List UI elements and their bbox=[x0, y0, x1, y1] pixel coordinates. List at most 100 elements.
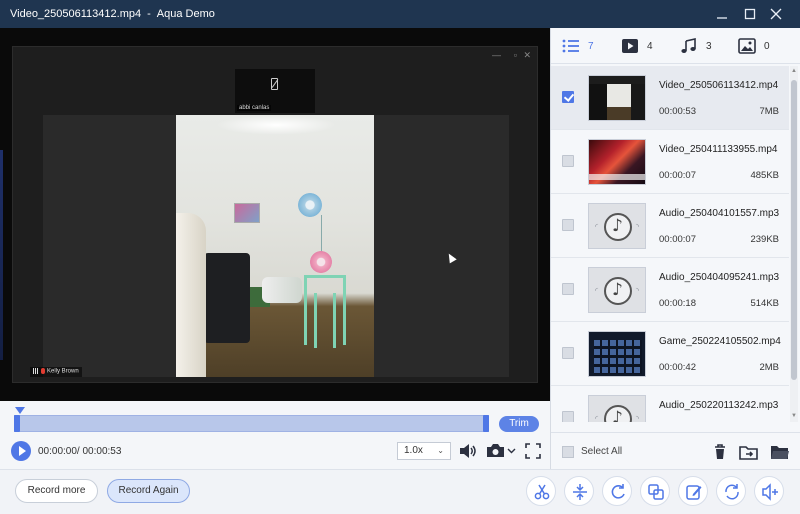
trash-icon bbox=[715, 444, 725, 459]
speed-select[interactable]: 1.0x ⌄ bbox=[397, 442, 451, 460]
edit-icon bbox=[686, 485, 702, 500]
inner-close-icon: ✕ bbox=[523, 50, 531, 60]
trim-button[interactable]: Trim bbox=[499, 416, 539, 432]
file-checkbox[interactable] bbox=[562, 411, 574, 422]
file-thumbnail bbox=[588, 139, 646, 185]
trim-end-handle[interactable] bbox=[483, 415, 489, 432]
list-icon bbox=[562, 39, 579, 53]
dark-chair bbox=[204, 253, 250, 343]
video-player[interactable]: — ▫ ✕ abbi canlas Kelly Brown bbox=[0, 28, 550, 401]
scroll-up-icon[interactable]: ▲ bbox=[791, 68, 797, 74]
trim-tool-button[interactable] bbox=[526, 476, 556, 506]
file-thumbnail: ◜◝ bbox=[588, 267, 646, 313]
convert-tool-button[interactable] bbox=[716, 476, 746, 506]
file-checkbox[interactable] bbox=[562, 347, 574, 359]
chevron-down-icon: ⌄ bbox=[437, 446, 444, 455]
select-all-label[interactable]: Select All bbox=[581, 446, 622, 457]
tab-image-count: 0 bbox=[764, 41, 770, 52]
close-button[interactable] bbox=[766, 4, 786, 24]
volume-boost-tool-button[interactable] bbox=[754, 476, 784, 506]
file-row[interactable]: ◜◝ Audio_250404095241.mp3 00:00:18 514KB bbox=[551, 258, 789, 322]
speaker-label: Kelly Brown bbox=[30, 367, 82, 377]
edit-tool-button[interactable] bbox=[678, 476, 708, 506]
snapshot-button[interactable] bbox=[485, 441, 519, 464]
audio-disc-icon bbox=[604, 405, 632, 422]
file-row[interactable]: Video_250506113412.mp4 00:00:53 7MB bbox=[551, 66, 789, 130]
select-all-checkbox[interactable] bbox=[562, 446, 574, 458]
speaker-name: Kelly Brown bbox=[47, 368, 79, 375]
scrollbar-thumb[interactable] bbox=[791, 80, 797, 380]
time-display: 00:00:00/ 00:00:53 bbox=[38, 446, 122, 457]
timeline[interactable] bbox=[14, 415, 489, 432]
file-checkbox[interactable] bbox=[562, 155, 574, 167]
window-title: Video_250506113412.mp4- Aqua Demo bbox=[10, 8, 215, 20]
inner-maximize-icon: ▫ bbox=[513, 50, 517, 60]
file-list: Video_250506113412.mp4 00:00:53 7MB Vide… bbox=[551, 66, 789, 422]
title-bar: Video_250506113412.mp4- Aqua Demo bbox=[0, 0, 800, 28]
video-frame bbox=[43, 115, 509, 377]
folder-icon bbox=[771, 446, 789, 459]
export-button[interactable] bbox=[737, 441, 761, 463]
speed-value: 1.0x bbox=[404, 445, 423, 456]
volume-button[interactable] bbox=[458, 441, 478, 464]
window-title-app: Aqua Demo bbox=[156, 8, 215, 20]
maximize-button[interactable] bbox=[740, 4, 760, 24]
tab-all-count: 7 bbox=[588, 41, 594, 52]
file-name: Video_250411133955.mp4 bbox=[659, 144, 778, 155]
record-again-button[interactable]: Record Again bbox=[107, 479, 190, 503]
file-duration: 00:00:53 bbox=[659, 106, 696, 117]
open-folder-button[interactable] bbox=[768, 441, 792, 463]
window-title-separator: - bbox=[147, 8, 151, 20]
playback-controls: Trim 00:00:00/ 00:00:53 1.0x ⌄ bbox=[0, 401, 550, 469]
rotate-tool-button[interactable] bbox=[602, 476, 632, 506]
close-icon bbox=[770, 8, 782, 20]
compress-tool-button[interactable] bbox=[564, 476, 594, 506]
volume-boost-icon bbox=[762, 483, 778, 501]
file-size: 239KB bbox=[750, 234, 779, 245]
camera-feed bbox=[176, 115, 374, 377]
volume-icon bbox=[460, 444, 476, 458]
file-row[interactable]: ◜◝ Audio_250404101557.mp3 00:00:07 239KB bbox=[551, 194, 789, 258]
file-name: Audio_250404095241.mp3 bbox=[659, 272, 780, 283]
rotate-icon bbox=[611, 484, 625, 499]
bottom-action-bar: Record more Record Again bbox=[0, 469, 800, 514]
file-duration: 00:00:07 bbox=[659, 170, 696, 181]
signal-bars-icon bbox=[33, 368, 39, 374]
flower-stem bbox=[321, 215, 322, 255]
filter-tabs: 7 4 3 0 bbox=[551, 28, 800, 64]
scissors-icon bbox=[534, 484, 550, 500]
recording-history-panel: 7 4 3 0 Video_250506113412.mp4 00:00:53 … bbox=[550, 28, 800, 469]
person-shoulder bbox=[176, 213, 206, 377]
file-row[interactable]: Game_250224105502.mp4 00:00:42 2MB bbox=[551, 322, 789, 386]
window-title-filename: Video_250506113412.mp4 bbox=[10, 8, 142, 20]
file-row[interactable]: Video_250411133955.mp4 00:00:07 485KB bbox=[551, 130, 789, 194]
file-row[interactable]: ◜◝ Audio_250220113242.mp3 bbox=[551, 386, 789, 422]
tab-video-count: 4 bbox=[647, 41, 653, 52]
green-chair-legs bbox=[314, 293, 336, 348]
fullscreen-button[interactable] bbox=[524, 442, 542, 463]
folder-export-icon bbox=[739, 446, 758, 460]
recorded-meeting-window: — ▫ ✕ abbi canlas bbox=[12, 46, 538, 383]
scroll-down-icon[interactable]: ▼ bbox=[791, 413, 797, 419]
delete-button[interactable] bbox=[708, 441, 732, 463]
file-checkbox[interactable] bbox=[562, 219, 574, 231]
camera-icon bbox=[487, 444, 516, 457]
compress-icon bbox=[573, 484, 587, 500]
minimize-icon bbox=[717, 17, 727, 19]
file-thumbnail: ◜◝ bbox=[588, 395, 646, 422]
playhead-marker[interactable] bbox=[15, 407, 25, 414]
file-size: 485KB bbox=[750, 170, 779, 181]
trim-start-handle[interactable] bbox=[14, 415, 20, 432]
file-duration: 00:00:18 bbox=[659, 298, 696, 309]
file-checkbox[interactable] bbox=[562, 283, 574, 295]
record-more-button[interactable]: Record more bbox=[15, 479, 98, 503]
audio-disc-icon bbox=[604, 277, 632, 305]
merge-tool-button[interactable] bbox=[640, 476, 670, 506]
play-button[interactable] bbox=[11, 441, 31, 461]
file-checkbox[interactable] bbox=[562, 91, 574, 103]
file-size: 2MB bbox=[759, 362, 779, 373]
maximize-icon bbox=[744, 8, 756, 20]
minimize-button[interactable] bbox=[712, 4, 732, 24]
music-icon bbox=[681, 38, 696, 53]
phone-off-icon bbox=[271, 78, 278, 90]
